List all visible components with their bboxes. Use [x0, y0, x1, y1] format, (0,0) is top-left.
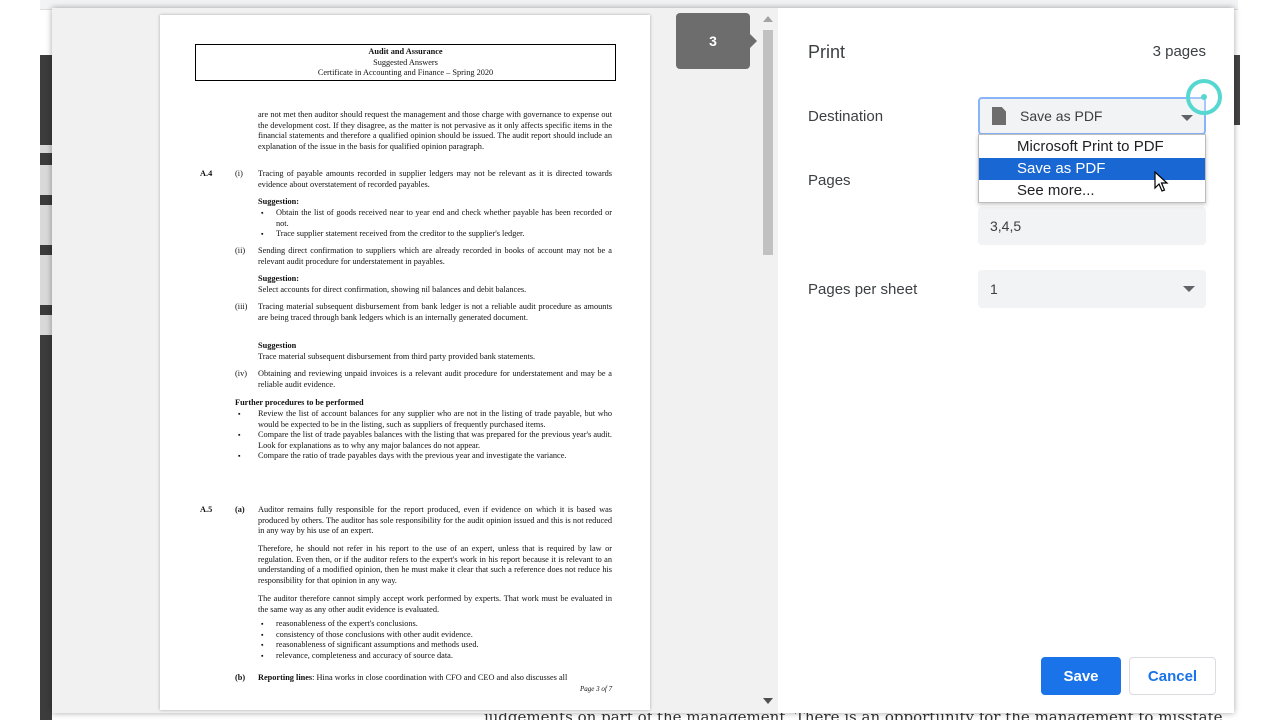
pages-per-sheet-label: Pages per sheet: [808, 281, 918, 298]
suggestion-heading: Suggestion: [258, 341, 297, 350]
print-preview-area[interactable]: Audit and Assurance Suggested Answers Ce…: [52, 8, 778, 713]
paragraph: Sending direct confirmation to suppliers…: [258, 246, 612, 266]
bullet-item: relevance, completeness and accuracy of …: [258, 651, 612, 662]
scrollbar-thumb[interactable]: [763, 30, 773, 255]
paragraph: Obtaining and reviewing unpaid invoices …: [258, 369, 612, 389]
destination-dropdown: Microsoft Print to PDF Save as PDF See m…: [978, 134, 1206, 203]
bullet-item: Review the list of account balances for …: [235, 409, 612, 430]
intro-paragraph: are not met then auditor should request …: [258, 110, 612, 151]
print-settings-panel: Print 3 pages Destination Save as PDF Pa…: [778, 8, 1234, 713]
destination-option-selected[interactable]: Save as PDF: [979, 158, 1205, 180]
item-number: (iv): [235, 369, 247, 378]
bullet-item: consistency of those conclusions with ot…: [258, 630, 612, 641]
document-subtitle: Suggested Answers: [373, 57, 438, 67]
print-title: Print: [808, 42, 846, 62]
suggestion-heading: Suggestion:: [258, 197, 300, 206]
document-course: Certificate in Accounting and Finance – …: [317, 68, 494, 77]
page-footer: Page 3 of 7: [580, 685, 613, 693]
background-right-strip: [1238, 0, 1280, 720]
preview-page: Audit and Assurance Suggested Answers Ce…: [160, 15, 650, 710]
item-number: (iii): [235, 302, 248, 311]
suggestion-heading: Suggestion:: [258, 274, 300, 283]
item-number: (i): [235, 169, 243, 178]
paragraph: Reporting lines: Hina works in close coo…: [258, 673, 618, 684]
save-button[interactable]: Save: [1041, 657, 1121, 695]
pages-per-sheet-select[interactable]: 1: [978, 270, 1206, 308]
document-icon: [992, 107, 1006, 125]
paragraph: Tracing material subsequent disbursement…: [258, 302, 612, 322]
pages-input[interactable]: 3,4,5: [978, 207, 1206, 245]
section-heading: Further procedures to be performed: [235, 398, 364, 407]
bullet-item: Obtain the list of goods received near t…: [258, 208, 612, 229]
question-label-a5: A.5: [200, 505, 213, 514]
item-number: (ii): [235, 246, 246, 255]
reporting-lines-label: Reporting lines: [258, 673, 313, 682]
pages-label: Pages: [808, 172, 851, 189]
document-title: Audit and Assurance: [368, 47, 443, 56]
destination-select[interactable]: Save as PDF: [978, 97, 1206, 135]
bullet-list: reasonableness of the expert's conclusio…: [258, 619, 612, 661]
background-left-strip: [0, 0, 40, 720]
item-number: (a): [235, 505, 245, 514]
paragraph: Therefore, he should not refer in his re…: [258, 544, 612, 585]
preview-scrollbar[interactable]: [758, 8, 778, 713]
screen: judgements on part of the management. Th…: [0, 0, 1280, 720]
print-dialog: Audit and Assurance Suggested Answers Ce…: [52, 8, 1234, 713]
background-left-panel: [40, 55, 52, 720]
paragraph: Trace material subsequent disbursement f…: [258, 352, 536, 361]
bullet-item: Compare the ratio of trade payables days…: [235, 451, 612, 462]
scroll-down-arrow-icon[interactable]: [763, 698, 773, 704]
bullet-item: reasonableness of the expert's conclusio…: [258, 619, 612, 630]
total-pages: 3 pages: [1152, 43, 1206, 60]
destination-option[interactable]: Microsoft Print to PDF: [979, 136, 1205, 158]
question-label-a4: A.4: [200, 169, 213, 178]
bullet-item: reasonableness of significant assumption…: [258, 640, 612, 651]
scroll-up-arrow-icon[interactable]: [763, 16, 773, 22]
destination-label: Destination: [808, 108, 884, 125]
pages-per-sheet-value: 1: [990, 281, 998, 297]
paragraph: Select accounts for direct confirmation,…: [258, 285, 527, 294]
bullet-item: Trace supplier statement received from t…: [258, 229, 612, 240]
cancel-button[interactable]: Cancel: [1129, 657, 1216, 695]
reporting-lines-text: : Hina works in close coordination with …: [312, 673, 568, 682]
bullet-list: Obtain the list of goods received near t…: [258, 208, 612, 240]
pages-value: 3,4,5: [990, 218, 1022, 234]
bullet-list: Review the list of account balances for …: [235, 409, 612, 462]
document-header: Audit and Assurance Suggested Answers Ce…: [195, 44, 616, 81]
paragraph: The auditor therefore cannot simply acce…: [258, 594, 612, 614]
chevron-down-icon: [1183, 286, 1195, 292]
destination-value: Save as PDF: [1020, 108, 1103, 124]
paragraph: Auditor remains fully responsible for th…: [258, 505, 612, 536]
item-number: (b): [235, 673, 246, 682]
paragraph: Tracing of payable amounts recorded in s…: [258, 169, 612, 189]
bullet-item: Compare the list of trade payables balan…: [235, 430, 612, 451]
chevron-down-icon: [1181, 115, 1193, 121]
destination-option[interactable]: See more...: [979, 180, 1205, 202]
click-indicator: [1186, 79, 1222, 115]
page-number-badge: 3: [676, 13, 757, 69]
